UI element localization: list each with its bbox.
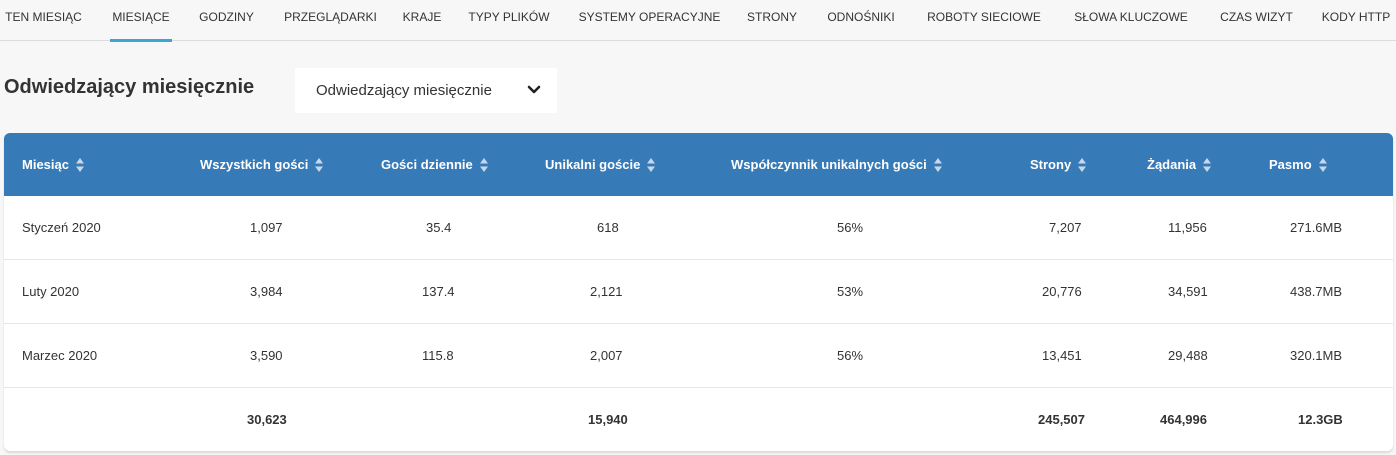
cell-total-visitors: 30,623 (247, 412, 287, 427)
cell-month: Marzec 2020 (22, 348, 98, 363)
column-header-label: Pasmo (1269, 157, 1312, 172)
cell-total-visitors: 3,984 (250, 284, 283, 299)
tab-odnosniki[interactable]: ODNOŚNIKI (822, 0, 900, 41)
cell-month: Luty 2020 (22, 284, 80, 299)
cell-requests: 464,996 (1160, 412, 1207, 427)
cell-requests: 11,956 (1168, 220, 1207, 235)
table-row: Marzec 2020 3,590 115.8 2,007 56% 13,451… (4, 324, 1393, 388)
cell-bandwidth: 12.3GB (1298, 412, 1343, 427)
cell-total-visitors: 3,590 (250, 348, 283, 363)
cell-total-visitors: 1,097 (250, 220, 283, 235)
sort-icon (479, 157, 488, 172)
table-row: Luty 2020 3,984 137.4 2,121 53% 20,776 3… (4, 260, 1393, 324)
column-header-label: Żądania (1147, 157, 1197, 172)
tab-slowa-kluczowe[interactable]: SŁOWA KLUCZOWE (1068, 0, 1194, 41)
tab-roboty-sieciowe[interactable]: ROBOTY SIECIOWE (922, 0, 1046, 41)
tab-label: ROBOTY SIECIOWE (927, 10, 1041, 24)
cell-unique-ratio: 53% (837, 284, 864, 299)
cell-unique-visitors: 618 (597, 220, 619, 235)
tab-label: ODNOŚNIKI (827, 10, 895, 24)
table-totals-row: 30,623 15,940 245,507 464,996 12.3GB (4, 388, 1393, 451)
column-header-label: Gości dziennie (381, 157, 473, 172)
cell-unique-visitors: 2,121 (590, 284, 623, 299)
column-header-miesiac[interactable]: Miesiąc (22, 133, 85, 196)
tab-godziny[interactable]: GODZINY (195, 0, 258, 41)
section-title: Odwiedzający miesięcznie (4, 76, 255, 98)
tab-label: STRONY (746, 10, 797, 24)
tab-systemy-operacyjne[interactable]: SYSTEMY OPERACYJNE (576, 0, 723, 41)
column-header-zadania[interactable]: Żądania (1147, 133, 1212, 196)
sort-icon (1203, 157, 1212, 172)
tab-label: PRZEGLĄDARKI (284, 10, 377, 24)
cell-unique-ratio: 56% (837, 348, 864, 363)
tab-label: MIESIĄCE (112, 10, 170, 24)
tab-label: SŁOWA KLUCZOWE (1074, 10, 1188, 24)
tab-label: CZAS WIZYT (1220, 10, 1293, 24)
tab-kody-http[interactable]: KODY HTTP (1318, 0, 1394, 41)
view-select[interactable]: Odwiedzający miesięcznie (295, 68, 557, 113)
tab-label: TYPY PLIKÓW (468, 10, 550, 24)
column-header-wszystkich-gosci[interactable]: Wszystkich gości (200, 133, 324, 196)
column-header-unikalni-goscie[interactable]: Unikalni goście (545, 133, 656, 196)
cell-unique-visitors: 2,007 (590, 348, 623, 363)
chevron-down-icon (527, 85, 541, 94)
column-header-strony[interactable]: Strony (1030, 133, 1087, 196)
cell-unique-ratio: 56% (837, 220, 864, 235)
table-row: Styczeń 2020 1,097 35.4 618 56% 7,207 11… (4, 196, 1393, 260)
tab-typy-plikow[interactable]: TYPY PLIKÓW (464, 0, 554, 41)
sort-icon (647, 157, 656, 172)
sort-icon (75, 157, 84, 172)
cell-daily-visitors: 35.4 (426, 220, 452, 235)
column-header-label: Wszystkich gości (200, 157, 309, 172)
cell-bandwidth: 438.7MB (1290, 284, 1343, 299)
tab-czas-wizyt[interactable]: CZAS WIZYT (1216, 0, 1297, 41)
cell-pages: 245,507 (1038, 412, 1085, 427)
stats-table: Miesiąc Wszystkich gości Gości dziennie … (4, 133, 1393, 451)
tab-miesiace[interactable]: MIESIĄCE (110, 0, 172, 42)
cell-bandwidth: 320.1MB (1290, 348, 1343, 363)
cell-daily-visitors: 115.8 (422, 348, 454, 363)
column-header-label: Współczynnik unikalnych gości (731, 157, 927, 172)
column-header-label: Strony (1030, 157, 1072, 172)
tab-label: KODY HTTP (1321, 10, 1391, 24)
column-header-pasmo[interactable]: Pasmo (1269, 133, 1328, 196)
tab-przegladarki[interactable]: PRZEGLĄDARKI (281, 0, 380, 41)
cell-daily-visitors: 137.4 (422, 284, 455, 299)
cell-pages: 7,207 (1049, 220, 1082, 235)
cell-requests: 29,488 (1168, 348, 1208, 363)
tab-label: GODZINY (199, 10, 254, 24)
tab-label: TEN MIESIĄC (5, 10, 82, 24)
tab-bar: TEN MIESIĄC MIESIĄCE GODZINY PRZEGLĄDARK… (0, 0, 1396, 42)
column-header-gosci-dziennie[interactable]: Gości dziennie (381, 133, 489, 196)
tab-label: SYSTEMY OPERACYJNE (578, 10, 721, 24)
sort-icon (1318, 157, 1327, 172)
sort-icon (1078, 157, 1087, 172)
tab-kraje[interactable]: KRAJE (402, 0, 442, 41)
cell-unique-visitors: 15,940 (588, 412, 628, 427)
sort-icon (933, 157, 942, 172)
tab-strony[interactable]: STRONY (744, 0, 800, 41)
cell-pages: 20,776 (1042, 284, 1082, 299)
sort-icon (315, 157, 324, 172)
cell-requests: 34,591 (1168, 284, 1208, 299)
table-header: Miesiąc Wszystkich gości Gości dziennie … (4, 133, 1393, 196)
cell-month: Styczeń 2020 (22, 220, 101, 235)
tab-label: KRAJE (402, 10, 442, 24)
select-value: Odwiedzający miesięcznie (316, 82, 492, 99)
tab-ten-miesiac[interactable]: TEN MIESIĄC (0, 0, 87, 41)
column-header-label: Unikalni goście (545, 157, 641, 172)
column-header-wspolczynnik[interactable]: Współczynnik unikalnych gości (731, 133, 943, 196)
cell-pages: 13,451 (1042, 348, 1082, 363)
cell-bandwidth: 271.6MB (1290, 220, 1343, 235)
column-header-label: Miesiąc (22, 157, 69, 172)
